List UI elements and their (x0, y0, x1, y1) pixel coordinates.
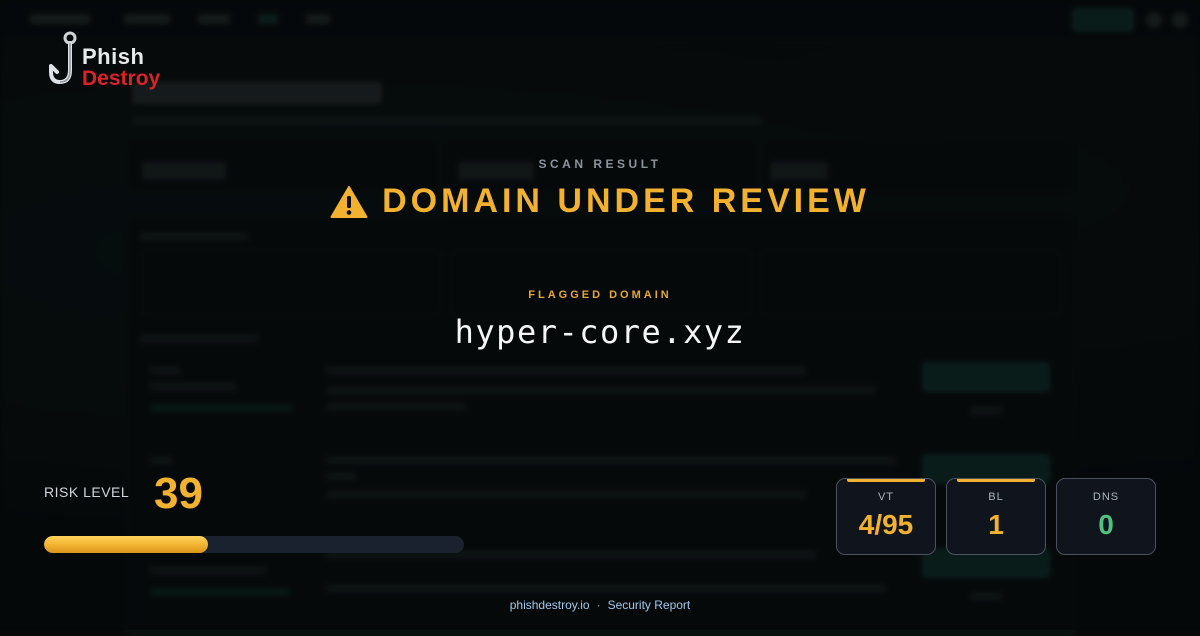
scan-status-text: DOMAIN UNDER REVIEW (382, 182, 870, 220)
risk-level-value: 39 (154, 469, 203, 518)
stat-card-accent (847, 479, 925, 482)
stat-card-dns: DNS 0 (1056, 478, 1156, 555)
phishdestroy-logo: Phish Destroy (48, 30, 188, 100)
footer-separator: · (596, 598, 601, 612)
logo-text-destroy: Destroy (82, 67, 161, 90)
warning-triangle-icon (330, 185, 368, 218)
stat-card-bl: BL 1 (946, 478, 1046, 555)
stat-value: 4/95 (858, 509, 914, 540)
flagged-domain-name: hyper-core.xyz (454, 313, 746, 351)
stat-value: 1 (988, 509, 1004, 540)
footer-site-link[interactable]: phishdestroy.io (510, 598, 590, 612)
scan-result-label: SCAN RESULT (538, 157, 662, 171)
footer-report-label: Security Report (607, 598, 691, 612)
stat-label: VT (877, 491, 895, 503)
fishhook-icon (49, 31, 77, 84)
stat-label: DNS (1092, 491, 1120, 503)
risk-level-bar (44, 536, 464, 553)
risk-level-label: RISK LEVEL (44, 484, 130, 500)
stat-label: BL (988, 491, 1004, 503)
logo-text-phish: Phish (82, 44, 145, 69)
stat-card-accent (957, 479, 1035, 482)
footer: phishdestroy.io · Security Report (0, 598, 1200, 612)
risk-level-bar-fill (44, 536, 208, 553)
stat-value: 0 (1098, 509, 1114, 540)
stat-card-vt: VT 4/95 (836, 478, 936, 555)
scan-status-headline: DOMAIN UNDER REVIEW (0, 182, 1200, 221)
flagged-domain-label: FLAGGED DOMAIN (528, 289, 672, 301)
